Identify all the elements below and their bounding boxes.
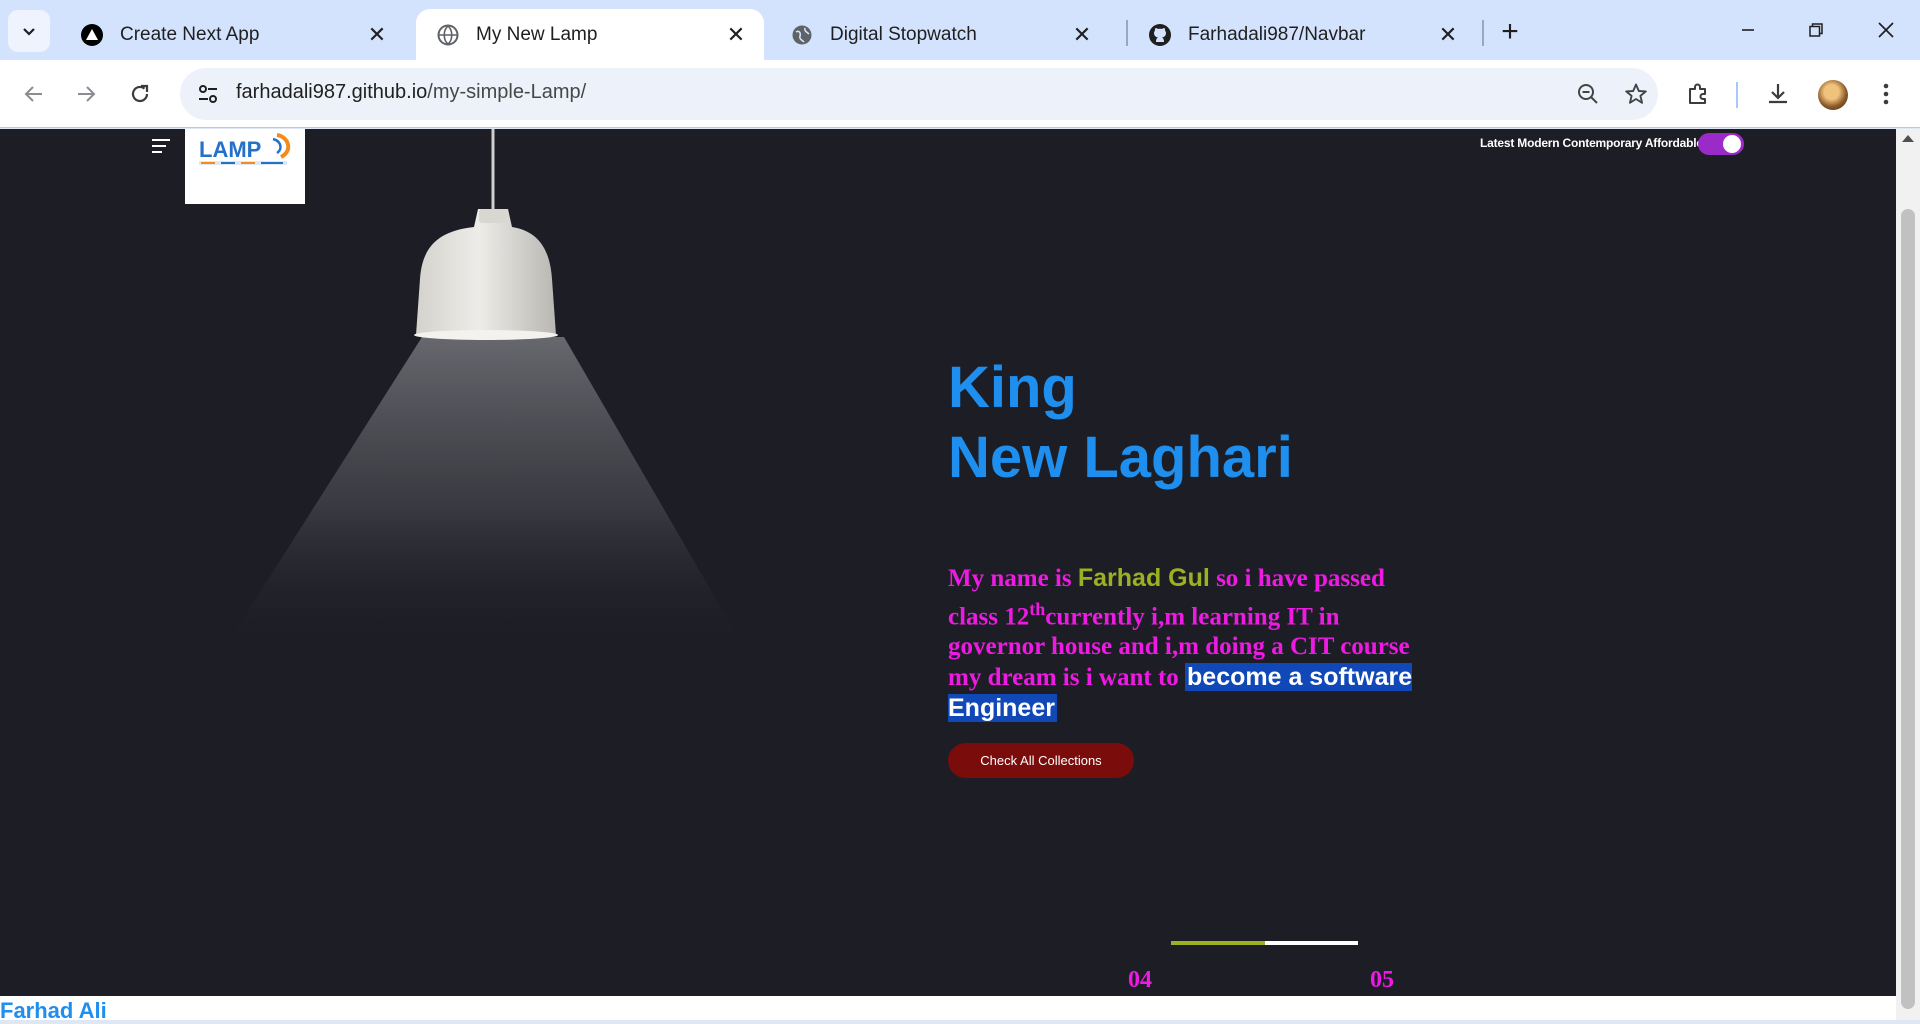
zoom-out-icon bbox=[1578, 84, 1598, 104]
tab-search-button[interactable] bbox=[8, 10, 50, 52]
plus-icon: + bbox=[1501, 15, 1519, 48]
tab-create-next-app[interactable]: Create Next App ✕ bbox=[60, 9, 405, 60]
minimize-icon bbox=[1742, 29, 1754, 31]
close-tab-icon[interactable]: ✕ bbox=[1436, 22, 1460, 47]
site-settings-icon[interactable] bbox=[194, 80, 222, 108]
nextjs-icon bbox=[80, 23, 104, 47]
downloads-button[interactable] bbox=[1760, 76, 1796, 112]
tab-title: Farhadali987/Navbar bbox=[1188, 23, 1366, 45]
arrow-right-icon bbox=[78, 86, 96, 102]
more-vertical-icon bbox=[1883, 83, 1889, 105]
slide-progress-fill bbox=[1171, 941, 1265, 945]
hamburger-menu-icon[interactable] bbox=[150, 137, 172, 155]
check-collections-button[interactable]: Check All Collections bbox=[948, 743, 1134, 778]
footer-name: Farhad Ali bbox=[0, 998, 107, 1023]
minimize-button[interactable] bbox=[1726, 10, 1770, 50]
tab-my-new-lamp[interactable]: My New Lamp ✕ bbox=[416, 9, 764, 60]
bio-superscript: th bbox=[1029, 599, 1046, 619]
close-tab-icon[interactable]: ✕ bbox=[724, 22, 748, 47]
reload-button[interactable] bbox=[120, 74, 160, 114]
close-window-button[interactable] bbox=[1864, 10, 1908, 50]
restore-button[interactable] bbox=[1794, 10, 1838, 50]
extensions-button[interactable] bbox=[1680, 76, 1716, 112]
chevron-down-icon bbox=[23, 28, 35, 36]
vertical-scrollbar[interactable] bbox=[1896, 129, 1920, 1020]
bookmark-button[interactable] bbox=[1620, 78, 1652, 110]
slide-progress-bar bbox=[1171, 941, 1358, 945]
close-tab-icon[interactable]: ✕ bbox=[1070, 22, 1094, 47]
scrollbar-thumb[interactable] bbox=[1901, 209, 1915, 1009]
current-slide-number: 04 bbox=[1128, 967, 1152, 993]
page-viewport: LAMP Latest Modern Contemporary Affordab… bbox=[0, 129, 1896, 996]
close-icon bbox=[1878, 22, 1894, 38]
browser-toolbar: farhadali987.github.io/my-simple-Lamp/ bbox=[0, 60, 1920, 128]
tab-title: My New Lamp bbox=[476, 23, 598, 45]
bio-text-1: My name is bbox=[948, 565, 1078, 592]
theme-toggle-switch[interactable] bbox=[1698, 133, 1744, 155]
reload-icon bbox=[131, 84, 149, 103]
total-slide-number: 05 bbox=[1370, 967, 1394, 993]
toggle-label: Latest Modern Contemporary Affordable bbox=[1480, 136, 1703, 150]
restore-icon bbox=[1809, 23, 1823, 37]
puzzle-icon bbox=[1689, 83, 1706, 104]
toggle-knob bbox=[1723, 135, 1741, 153]
close-tab-icon[interactable]: ✕ bbox=[365, 22, 389, 47]
address-bar[interactable]: farhadali987.github.io/my-simple-Lamp/ bbox=[180, 68, 1658, 120]
arrow-left-icon bbox=[24, 86, 42, 102]
tab-strip: Create Next App ✕ My New Lamp ✕ Digital … bbox=[0, 0, 1920, 60]
forward-button[interactable] bbox=[66, 74, 106, 114]
star-icon bbox=[1625, 83, 1647, 104]
url-path: /my-simple-Lamp/ bbox=[427, 81, 587, 103]
tab-title: Digital Stopwatch bbox=[830, 23, 977, 45]
tab-title: Create Next App bbox=[120, 23, 260, 45]
url-host: farhadali987.github.io bbox=[236, 81, 428, 103]
lamp-illustration bbox=[224, 129, 745, 649]
download-icon bbox=[1769, 84, 1787, 104]
globe-icon bbox=[790, 23, 814, 47]
tab-github-navbar[interactable]: Farhadali987/Navbar ✕ bbox=[1128, 9, 1476, 60]
toolbar-divider bbox=[1736, 82, 1738, 108]
page-bottom bbox=[0, 996, 1896, 1020]
back-button[interactable] bbox=[14, 74, 54, 114]
hero-title-line1: King bbox=[948, 355, 1077, 420]
tab-digital-stopwatch[interactable]: Digital Stopwatch ✕ bbox=[770, 9, 1110, 60]
tab-separator bbox=[1482, 20, 1484, 46]
profile-avatar[interactable] bbox=[1818, 80, 1848, 110]
globe-icon bbox=[436, 23, 460, 47]
bio-paragraph: My name is Farhad Gul so i have passed c… bbox=[948, 563, 1418, 724]
hero-title-line2: New Laghari bbox=[948, 425, 1293, 490]
url-text[interactable]: farhadali987.github.io/my-simple-Lamp/ bbox=[236, 81, 586, 104]
new-tab-button[interactable]: + bbox=[1492, 14, 1528, 50]
zoom-button[interactable] bbox=[1572, 78, 1604, 110]
scroll-up-arrow-icon[interactable] bbox=[1902, 135, 1914, 142]
bio-name: Farhad Gul bbox=[1077, 564, 1210, 592]
hero-title: King New Laghari bbox=[948, 353, 1293, 493]
chrome-menu-button[interactable] bbox=[1868, 76, 1904, 112]
github-icon bbox=[1148, 23, 1172, 47]
